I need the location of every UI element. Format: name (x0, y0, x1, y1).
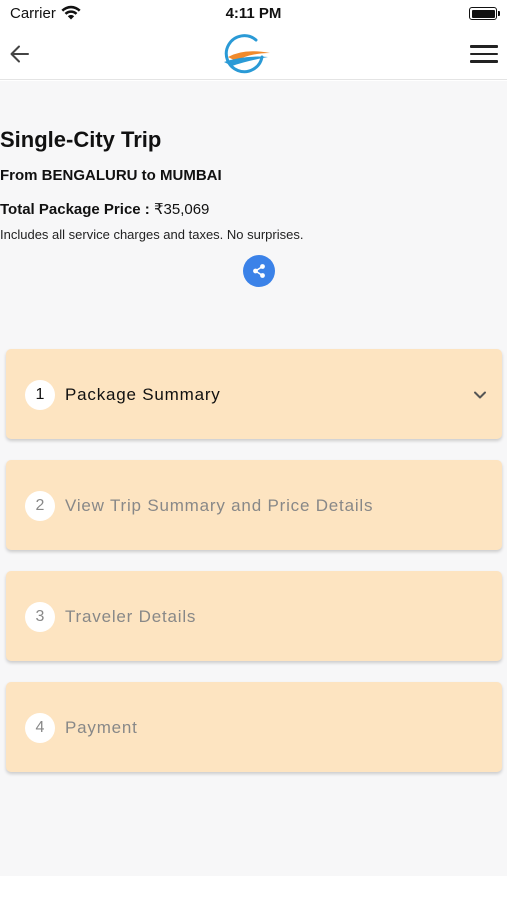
step-payment[interactable]: 4 Payment (6, 682, 502, 772)
step-number: 3 (25, 602, 55, 632)
nav-bar (0, 28, 507, 80)
price-note: Includes all service charges and taxes. … (0, 227, 304, 242)
status-bar: Carrier 4:11 PM (0, 0, 507, 28)
chevron-down-icon[interactable] (472, 387, 488, 403)
clock: 4:11 PM (225, 5, 282, 22)
step-label: Package Summary (65, 385, 221, 404)
bottom-safe-area (0, 876, 507, 900)
step-package-summary[interactable]: 1 Package Summary (6, 349, 502, 439)
step-number: 2 (25, 491, 55, 521)
back-arrow-icon[interactable] (6, 40, 34, 68)
brand-logo (224, 34, 270, 74)
trip-route: From BENGALURU to MUMBAI (0, 167, 222, 184)
share-icon (253, 264, 265, 278)
trip-title: Single-City Trip (0, 127, 162, 152)
battery-icon (469, 7, 500, 20)
main-content: Single-City Trip From BENGALURU to MUMBA… (0, 81, 507, 876)
hamburger-menu-icon[interactable] (469, 41, 499, 67)
step-number: 4 (25, 713, 55, 743)
step-number: 1 (25, 380, 55, 410)
step-label: View Trip Summary and Price Details (65, 496, 374, 515)
step-traveler-details[interactable]: 3 Traveler Details (6, 571, 502, 661)
step-label: Payment (65, 718, 138, 737)
total-price: Total Package Price : ₹35,069 (0, 200, 507, 218)
price-value: ₹35,069 (153, 201, 210, 218)
step-label: Traveler Details (65, 607, 197, 626)
price-label: Total Package Price : (0, 201, 150, 218)
share-button[interactable] (243, 255, 275, 287)
step-trip-summary[interactable]: 2 View Trip Summary and Price Details (6, 460, 502, 550)
